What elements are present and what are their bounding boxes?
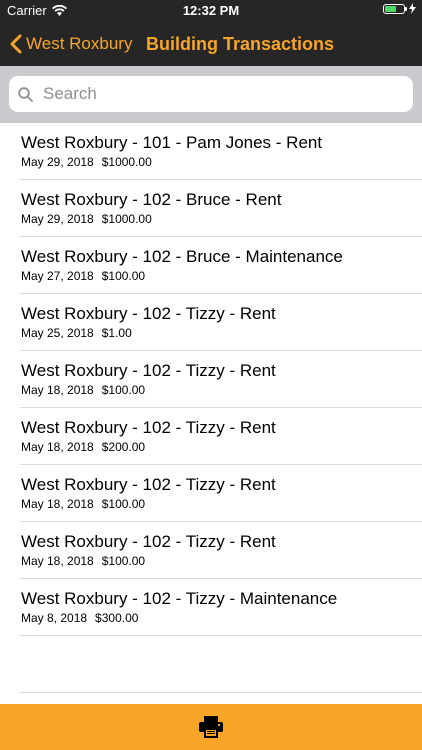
transaction-row[interactable]: West Roxbury - 101 - Pam Jones - Rent May… (0, 123, 422, 180)
transaction-amount: $300.00 (95, 611, 139, 625)
transaction-title: West Roxbury - 101 - Pam Jones - Rent (21, 133, 323, 152)
transaction-amount: $200.00 (101, 440, 146, 454)
transaction-title: West Roxbury - 102 - Tizzy - Rent (21, 475, 276, 494)
back-button[interactable]: West Roxbury (10, 22, 132, 66)
transaction-title: West Roxbury - 102 - Tizzy - Maintenance (21, 589, 338, 608)
transaction-details: May 27, 2018 $100.00 (21, 269, 145, 283)
transaction-row[interactable]: West Roxbury - 102 - Bruce - Rent May 29,… (0, 180, 422, 237)
transaction-date: May 29, 2018 (21, 212, 94, 226)
transaction-title: West Roxbury - 102 - Bruce - Rent (21, 190, 282, 209)
transaction-row[interactable]: West Roxbury - 102 - Bruce - Maintenance… (0, 237, 422, 294)
transaction-date: May 18, 2018 (21, 497, 94, 511)
charging-icon (409, 3, 416, 14)
status-time: 12:32 PM (182, 3, 240, 18)
transaction-amount: $100.00 (101, 383, 146, 397)
transaction-details: May 18, 2018 $100.00 (21, 497, 145, 511)
back-label: West Roxbury (26, 34, 133, 53)
transaction-date: May 8, 2018 (21, 611, 88, 625)
transaction-amount: $1000.00 (101, 212, 152, 226)
search-field-container[interactable] (9, 76, 413, 112)
transaction-row[interactable]: West Roxbury - 102 - Tizzy - Maintenance… (0, 579, 422, 636)
transaction-date: May 18, 2018 (21, 440, 94, 454)
transaction-details: May 29, 2018 $1000.00 (21, 155, 152, 169)
transaction-amount: $1.00 (101, 326, 132, 340)
transaction-title: West Roxbury - 102 - Tizzy - Rent (21, 361, 276, 380)
transaction-amount: $100.00 (101, 554, 146, 568)
bottom-toolbar (0, 704, 422, 750)
transaction-details: May 18, 2018 $100.00 (21, 554, 145, 568)
row-separator (20, 635, 422, 636)
transaction-date: May 29, 2018 (21, 155, 94, 169)
transaction-details: May 29, 2018 $1000.00 (21, 212, 152, 226)
transaction-amount: $100.00 (101, 497, 146, 511)
transaction-list: West Roxbury - 101 - Pam Jones - Rent May… (0, 123, 422, 636)
list-divider (20, 692, 422, 693)
battery-indicator (383, 3, 416, 14)
search-bar (0, 66, 422, 123)
transaction-title: West Roxbury - 102 - Tizzy - Rent (21, 304, 276, 323)
transaction-title: West Roxbury - 102 - Tizzy - Rent (21, 418, 276, 437)
print-button[interactable] (196, 712, 226, 742)
transaction-row[interactable]: West Roxbury - 102 - Tizzy - Rent May 18,… (0, 408, 422, 465)
transaction-row[interactable]: West Roxbury - 102 - Tizzy - Rent May 25,… (0, 294, 422, 351)
transaction-details: May 18, 2018 $200.00 (21, 440, 145, 454)
chevron-left-icon (10, 34, 22, 54)
transaction-row[interactable]: West Roxbury - 102 - Tizzy - Rent May 18,… (0, 522, 422, 579)
transaction-details: May 18, 2018 $100.00 (21, 383, 145, 397)
transaction-title: West Roxbury - 102 - Tizzy - Rent (21, 532, 276, 551)
navigation-bar: West Roxbury Building Transactions (0, 22, 422, 66)
battery-icon (383, 3, 407, 14)
transaction-row[interactable]: West Roxbury - 102 - Tizzy - Rent May 18,… (0, 465, 422, 522)
search-icon (18, 86, 33, 102)
transaction-details: May 8, 2018 $300.00 (21, 611, 138, 625)
transaction-date: May 27, 2018 (21, 269, 94, 283)
status-bar: Carrier 12:32 PM (0, 0, 422, 22)
printer-icon (199, 716, 223, 738)
transaction-row[interactable]: West Roxbury - 102 - Tizzy - Rent May 18,… (0, 351, 422, 408)
transaction-date: May 25, 2018 (21, 326, 94, 340)
transaction-date: May 18, 2018 (21, 554, 94, 568)
transaction-details: May 25, 2018 $1.00 (21, 326, 132, 340)
page-title: Building Transactions (146, 34, 335, 54)
transaction-amount: $1000.00 (101, 155, 152, 169)
transaction-title: West Roxbury - 102 - Bruce - Maintenance (21, 247, 343, 266)
search-input[interactable] (41, 83, 385, 105)
transaction-amount: $100.00 (101, 269, 146, 283)
transaction-date: May 18, 2018 (21, 383, 94, 397)
